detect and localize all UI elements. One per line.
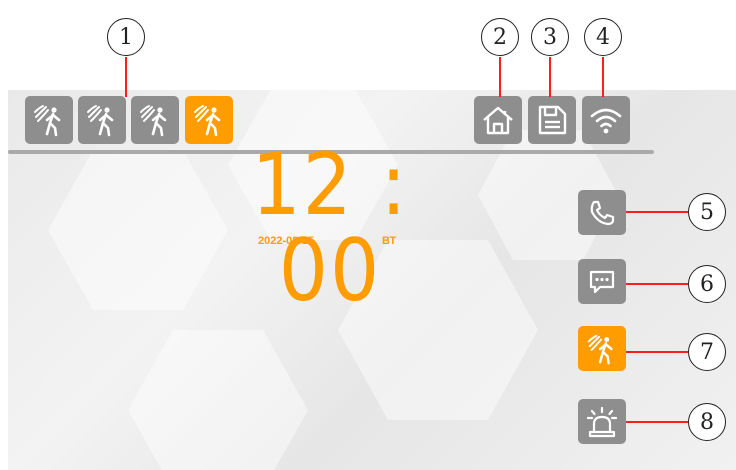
call-button[interactable] (578, 190, 626, 235)
callout-line-8 (626, 421, 688, 423)
motion-sensor-icon (31, 102, 67, 138)
callout-8: 8 (688, 403, 726, 441)
sd-card-icon (534, 102, 570, 138)
motion-sensor-icon (191, 102, 227, 138)
phone-icon (587, 198, 617, 228)
motion-sensor-icon (137, 102, 173, 138)
home-icon (480, 102, 516, 138)
callout-5: 5 (688, 193, 726, 231)
callout-1: 1 (107, 18, 145, 56)
callout-line-6 (626, 283, 688, 285)
callout-line-7 (626, 351, 688, 353)
background-hexagon (128, 330, 308, 470)
callout-7: 7 (688, 333, 726, 371)
motion-camera-4-button[interactable] (185, 96, 233, 144)
home-button[interactable] (474, 96, 522, 144)
sd-card-button[interactable] (528, 96, 576, 144)
motion-detection-button[interactable] (578, 326, 626, 371)
callout-line-5 (626, 211, 688, 213)
callout-4: 4 (584, 18, 622, 56)
callout-6: 6 (688, 265, 726, 303)
clock-time: 12 : 00 (251, 135, 409, 321)
message-icon (587, 267, 617, 297)
alarm-icon (585, 405, 619, 439)
callout-3: 3 (531, 18, 569, 56)
callout-line-3 (549, 57, 551, 97)
motion-camera-3-button[interactable] (131, 96, 179, 144)
clock-weekday: ВТ (382, 235, 397, 247)
motion-camera-1-button[interactable] (25, 96, 73, 144)
callout-line-2 (499, 57, 501, 97)
motion-sensor-icon (585, 332, 619, 366)
alarm-button[interactable] (578, 399, 626, 444)
wifi-button[interactable] (582, 96, 630, 144)
callout-line-4 (602, 57, 604, 97)
message-button[interactable] (578, 259, 626, 304)
callout-2: 2 (481, 18, 519, 56)
callout-line-1 (125, 57, 127, 97)
wifi-icon (588, 102, 624, 138)
motion-camera-2-button[interactable] (78, 96, 126, 144)
clock-date: 2022-08-25 (258, 235, 315, 247)
motion-sensor-icon (84, 102, 120, 138)
